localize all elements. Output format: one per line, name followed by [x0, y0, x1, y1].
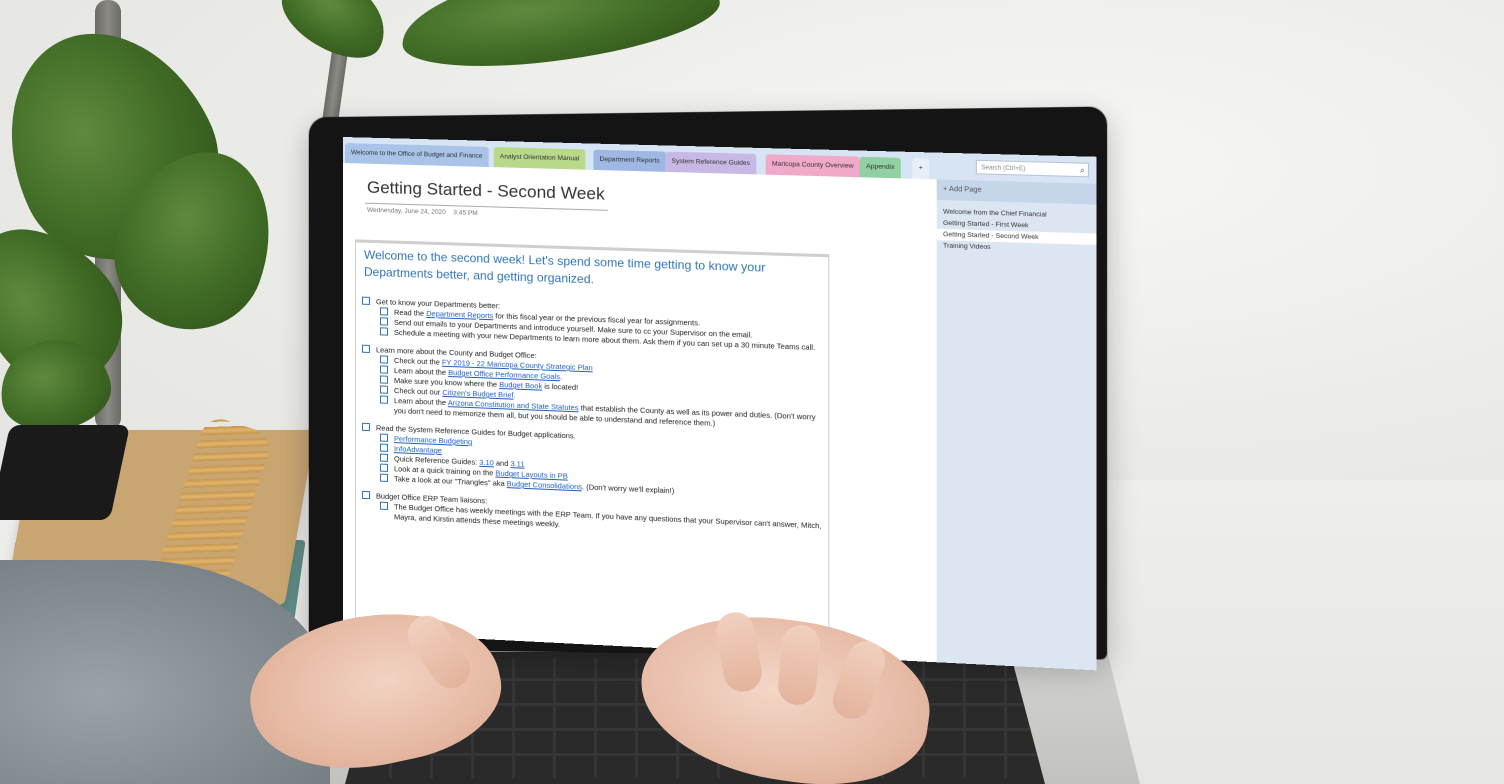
checkbox[interactable] — [380, 395, 388, 403]
checkbox[interactable] — [380, 434, 388, 442]
checkbox[interactable] — [362, 345, 370, 353]
notebook-tab-2[interactable]: Analyst Orientation Manual — [494, 147, 586, 170]
checklist-link[interactable]: Budget Book — [499, 380, 542, 391]
search-placeholder: Search (Ctrl+E) — [981, 165, 1025, 172]
photo-scene: Welcome to the Office of Budget and Fina… — [0, 0, 1504, 784]
notebook-tab-5[interactable]: Maricopa County Overview — [766, 154, 860, 177]
note-page: Getting Started - Second Week Wednesday,… — [343, 163, 937, 662]
phone — [0, 425, 130, 520]
checklist-link[interactable]: Budget Consolidations — [507, 479, 582, 491]
checkbox[interactable] — [380, 385, 388, 393]
checklist-text: Read the — [394, 308, 426, 318]
page-list-panel: + Add Page Welcome from the Chief Financ… — [937, 179, 1097, 670]
checkbox[interactable] — [362, 423, 370, 431]
laptop-screen: Welcome to the Office of Budget and Fina… — [343, 137, 1097, 670]
checkbox[interactable] — [380, 317, 388, 325]
checklist-text: is located! — [542, 382, 578, 392]
checkbox[interactable] — [380, 307, 388, 315]
notebook-tab-3[interactable]: Department Reports — [593, 150, 665, 172]
checkbox[interactable] — [362, 491, 370, 499]
page-title: Getting Started - Second Week — [367, 178, 605, 205]
checklist-link[interactable]: 3.10 — [479, 458, 494, 468]
page-list: Welcome from the Chief Financial Getting … — [937, 206, 1097, 256]
notebook-tab-7[interactable]: + — [912, 158, 929, 179]
checkbox[interactable] — [380, 474, 388, 482]
checkbox[interactable] — [380, 502, 388, 510]
checklist-link[interactable]: 3.11 — [510, 459, 524, 469]
search-input[interactable]: Search (Ctrl+E) ⌕ — [976, 160, 1089, 178]
checkbox[interactable] — [380, 355, 388, 363]
search-icon[interactable]: ⌕ — [1080, 164, 1085, 179]
checklist-text: . — [514, 391, 516, 400]
checkbox[interactable] — [380, 327, 388, 335]
add-page-button[interactable]: + Add Page — [937, 179, 1097, 204]
checklist: Get to know your Departments better: Read… — [356, 288, 828, 542]
checkbox[interactable] — [362, 297, 370, 305]
checkbox[interactable] — [380, 444, 388, 452]
checklist-text: Check out our — [394, 386, 442, 397]
checkbox[interactable] — [380, 375, 388, 383]
page-time: 3:45 PM — [453, 209, 477, 217]
checklist-text: and — [494, 458, 511, 468]
checklist-text: Check out the — [394, 356, 442, 367]
note-container[interactable]: Welcome to the second week! Let's spend … — [355, 239, 829, 668]
intro-heading: Welcome to the second week! Let's spend … — [364, 247, 814, 296]
checkbox[interactable] — [380, 365, 388, 373]
page-date: Wednesday, June 24, 2020 — [367, 207, 446, 216]
notebook-tab-6[interactable]: Appendix — [860, 157, 901, 179]
checkbox[interactable] — [380, 454, 388, 462]
checkbox[interactable] — [380, 464, 388, 472]
notebook-tab-4[interactable]: System Reference Guides — [665, 152, 756, 175]
checklist-text: . — [560, 372, 562, 381]
